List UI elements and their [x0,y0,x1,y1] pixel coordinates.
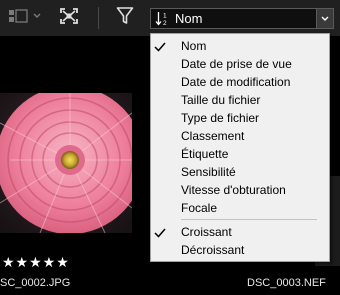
menu-item-croissant[interactable]: Croissant [151,223,329,241]
menu-item-nom[interactable]: Nom [151,37,329,55]
grid-view-icon [8,8,42,29]
menu-item-sensibilite[interactable]: Sensibilité [151,163,329,181]
sort-by-value: Nom [175,11,203,26]
menu-item-classement[interactable]: Classement [151,127,329,145]
menu-item-label: Décroissant [181,243,245,257]
menu-item-label: Étiquette [181,147,229,161]
toolbar-separator [98,7,99,29]
sort-dropdown-menu: Nom Date de prise de vue Date de modific… [150,33,330,262]
view-mode-button[interactable] [8,8,42,29]
menu-item-label: Taille du fichier [181,93,261,107]
menu-item-date-modification[interactable]: Date de modification [151,73,329,91]
thumbnail-filename: SC_0002.JPG [0,277,71,289]
star-rating[interactable]: ★★★★★ [2,254,70,270]
menu-item-label: Date de modification [181,75,291,89]
menu-item-label: Date de prise de vue [181,57,292,71]
fit-to-screen-button[interactable] [58,7,80,30]
menu-item-focale[interactable]: Focale [151,199,329,217]
svg-text:2: 2 [163,20,167,26]
menu-item-etiquette[interactable]: Étiquette [151,145,329,163]
svg-text:1: 1 [163,13,167,20]
menu-item-date-prise-de-vue[interactable]: Date de prise de vue [151,55,329,73]
menu-separator [181,219,317,220]
menu-item-label: Nom [181,39,207,53]
menu-item-vitesse-obturation[interactable]: Vitesse d'obturation [151,181,329,199]
thumbnail-image-dahlia[interactable] [0,93,132,233]
menu-item-label: Classement [181,129,245,143]
menu-item-label: Type de fichier [181,111,260,125]
filter-icon [116,6,134,31]
sort-ascending-icon: 1 2 [155,11,171,31]
checkmark-icon [153,226,167,238]
menu-item-label: Focale [181,201,218,215]
sort-by-select[interactable]: 1 2 Nom [150,8,334,29]
menu-item-label: Croissant [181,225,232,239]
chevron-down-icon[interactable] [316,9,333,28]
menu-item-decroissant[interactable]: Décroissant [151,241,329,259]
menu-item-label: Sensibilité [181,165,236,179]
menu-item-label: Vitesse d'obturation [181,183,286,197]
checkmark-icon [153,40,167,52]
fit-screen-icon [59,7,79,30]
filter-button[interactable] [114,6,136,31]
menu-item-taille-fichier[interactable]: Taille du fichier [151,91,329,109]
menu-item-type-fichier[interactable]: Type de fichier [151,109,329,127]
toolbar: 1 2 Nom [0,0,340,36]
thumbnail-filename: DSC_0003.NEF [247,277,326,289]
